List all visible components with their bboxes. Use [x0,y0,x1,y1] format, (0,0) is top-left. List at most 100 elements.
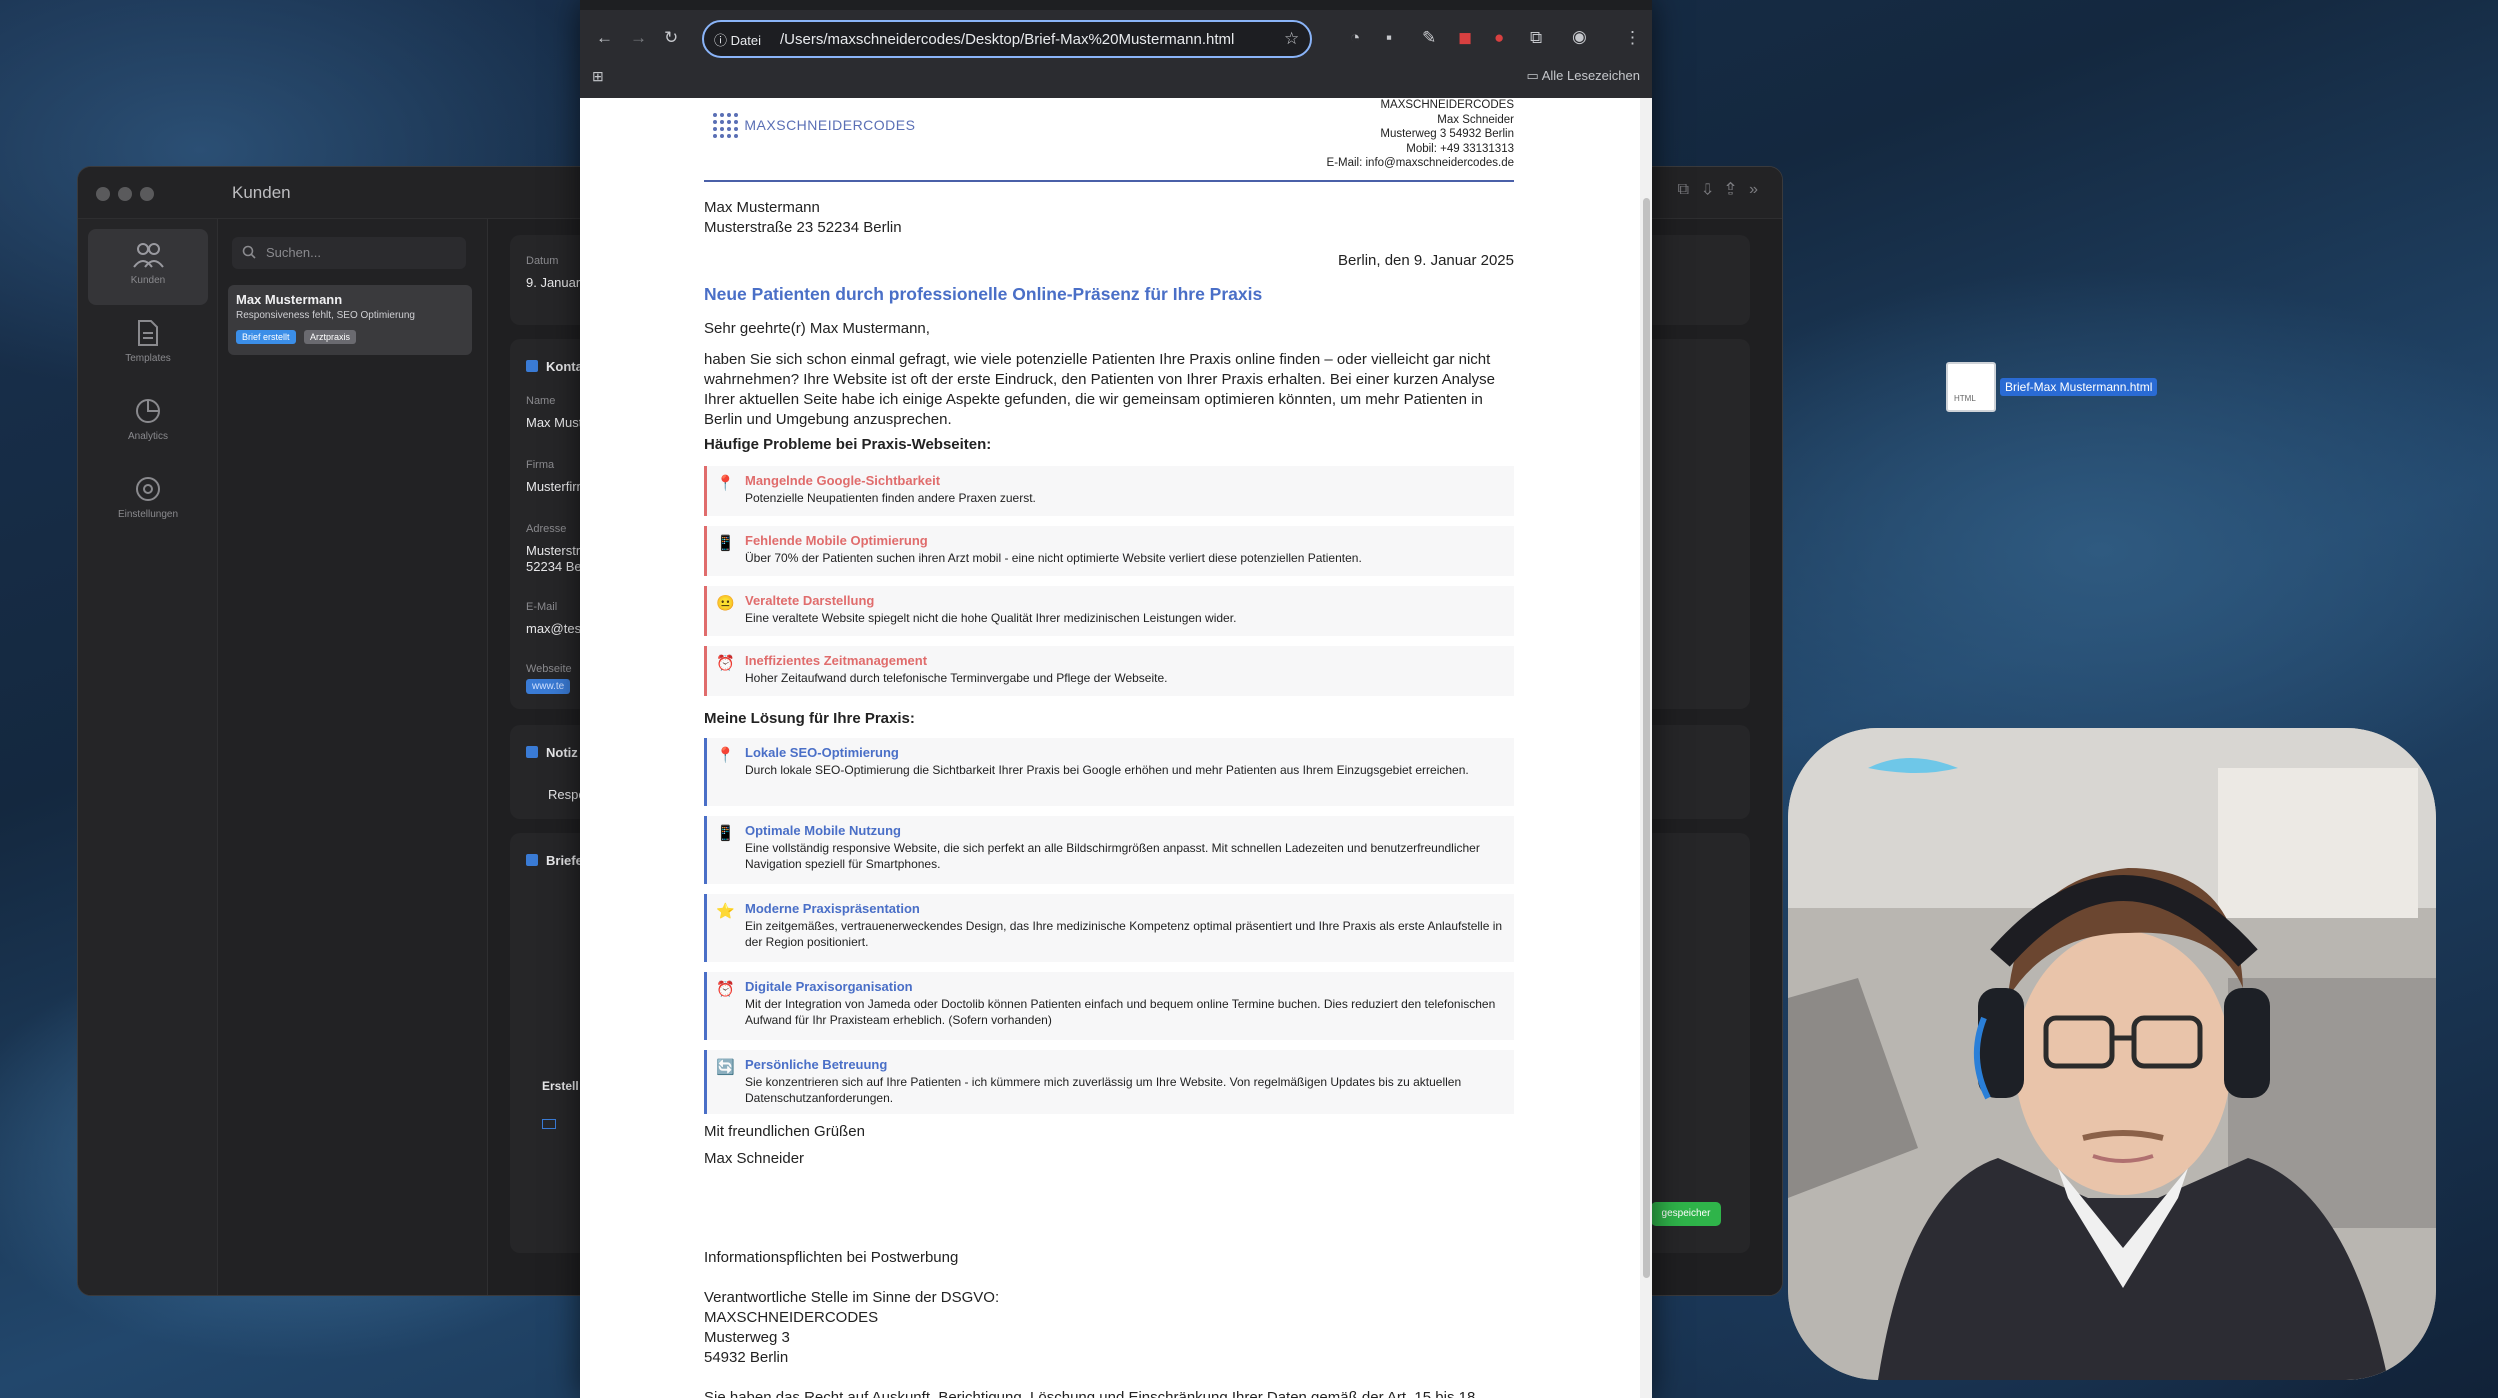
problem-description: Hoher Zeitaufwand durch telefonische Ter… [745,671,1168,685]
erstellt-label: Erstell [542,1079,579,1093]
rail-item-kunden[interactable]: Kunden [88,229,208,305]
letter-date: Berlin, den 9. Januar 2025 [1338,252,1514,269]
all-bookmarks-button[interactable]: ▭ Alle Lesezeichen [1527,68,1640,84]
solution-item: 📱 Optimale Mobile Nutzung Eine vollständig… [704,816,1514,884]
customer-list: Suchen... Max Mustermann Responsiveness … [218,219,488,1295]
problem-description: Potenzielle Neupatienten finden andere P… [745,491,1036,505]
rail-item-templates[interactable]: Templates [88,307,208,383]
browser-window: ← → ↻ ⓘ Datei /Users/maxschneidercodes/D… [580,0,1652,1398]
url-text: /Users/maxschneidercodes/Desktop/Brief-M… [780,31,1235,48]
app-sidebar: Kunden Templates Analytics Einstellungen [78,219,218,1295]
solutions-heading: Meine Lösung für Ihre Praxis: [704,710,915,727]
problem-title: Fehlende Mobile Optimierung [745,533,928,548]
intro-paragraph: haben Sie sich schon einmal gefragt, wie… [704,351,1495,428]
zoom-window-button[interactable] [140,187,154,201]
solution-item: ⭐ Moderne Praxispräsentation Ein zeitgemäß… [704,894,1514,962]
rail-label: Templates [125,353,171,364]
solution-title: Digitale Praxisorganisation [745,979,913,994]
extension-icon-2[interactable]: ◼ [1458,28,1472,48]
forward-icon[interactable]: → [630,28,647,48]
solution-title: Persönliche Betreuung [745,1057,888,1072]
sender-line: Max Schneider [1437,113,1514,126]
solution-description: Durch lokale SEO-Optimierung die Sichtba… [745,763,1469,777]
problem-item: 😐 Veraltete Darstellung Eine veraltete Web… [704,586,1514,636]
firma-value: Musterfirm [526,479,588,494]
browser-toolbar: ← → ↻ ⓘ Datei /Users/maxschneidercodes/D… [580,0,1652,98]
rail-label: Kunden [130,275,166,286]
file-ext: HTML [1954,394,1976,403]
website-value[interactable]: www.te [526,679,571,694]
close-window-button[interactable] [96,187,110,201]
solution-item: ⏰ Digitale Praxisorganisation Mit der Inte… [704,972,1514,1040]
problem-item: 📍 Mangelnde Google-Sichtbarkeit Potenziell… [704,466,1514,516]
bookmark-star-icon[interactable]: ☆ [1284,29,1299,49]
problem-item: ⏰ Ineffizientes Zeitmanagement Hoher Zeita… [704,646,1514,696]
dsgvo-line: MAXSCHNEIDERCODES [704,1309,879,1326]
rail-label: Einstellungen [117,509,179,520]
menu-icon[interactable]: ⋮ [1624,28,1641,48]
history-icon[interactable]: ◔ [1350,28,1360,48]
rights-line: Sie haben das Recht auf Auskunft, Berich… [704,1389,1476,1398]
letter-subject: Neue Patienten durch professionelle Onli… [704,284,1263,304]
closing-greeting: Mit freundlichen Grüßen [704,1123,865,1140]
desktop-file-label[interactable]: Brief-Max Mustermann.html [2000,378,2158,396]
sender-line: Mobil: +49 33131313 [1406,142,1514,155]
reload-icon[interactable]: ↻ [664,28,678,48]
salutation: Sehr geehrte(r) Max Mustermann, [704,320,930,337]
puzzle-icon[interactable]: ⧉ [1530,28,1542,48]
chart-icon [136,399,160,423]
logo-dots-icon [713,113,738,138]
solution-icon: ⭐ [716,903,735,920]
category-badge: Arztpraxis [303,330,356,344]
saved-button[interactable]: gespeicher [1651,1202,1721,1226]
people-icon [133,243,164,268]
app-toolbar-icons[interactable]: ⧉⇩⇪» [1678,181,1772,199]
search-placeholder: Suchen... [266,245,321,260]
problem-title: Mangelnde Google-Sichtbarkeit [745,473,941,488]
solution-title: Optimale Mobile Nutzung [745,823,901,838]
extension-icon-3[interactable]: ● [1494,28,1504,48]
problems-heading: Häufige Probleme bei Praxis-Webseiten: [704,436,992,453]
company-logo: MAXSCHNEIDERCODES [710,110,915,140]
page-scrollbar[interactable] [1640,98,1652,1398]
adresse-value-1: Musterstr [526,543,581,558]
dsgvo-line: 54932 Berlin [704,1349,789,1366]
firma-label: Firma [526,459,555,471]
customer-subtitle: Responsiveness fehlt, SEO Optimierung [236,310,415,321]
sender-line: E-Mail: info@maxschneidercodes.de [1326,157,1514,169]
datum-label: Datum [526,255,559,267]
app-title: Kunden [232,183,291,202]
solution-item: 🔄 Persönliche Betreuung Sie konzentrieren … [704,1050,1514,1114]
minimize-window-button[interactable] [118,187,132,201]
tab-strip [580,0,1652,10]
letter-page: MAXSCHNEIDERCODES MAXSCHNEIDERCODES Max … [580,98,1640,1398]
scrollbar-thumb[interactable] [1643,198,1650,1278]
contact-section-title: Konta [526,359,583,374]
webcam-overlay [1788,728,2436,1380]
customer-card[interactable]: Max Mustermann Responsiveness fehlt, SEO… [228,285,472,355]
sender-address: MAXSCHNEIDERCODES Max Schneider Musterwe… [1327,98,1514,171]
pen-icon[interactable]: ✎ [1422,28,1436,48]
html-file-icon[interactable]: HTML [1946,362,1996,412]
problem-icon: ⏰ [716,655,735,672]
problem-item: 📱 Fehlende Mobile Optimierung Über 70% der… [704,526,1514,576]
address-bar[interactable]: ⓘ Datei /Users/maxschneidercodes/Desktop… [702,20,1312,58]
mail-icon [542,1119,556,1129]
customer-name: Max Mustermann [236,292,343,307]
problem-title: Veraltete Darstellung [745,593,875,608]
search-input[interactable]: Suchen... [232,237,466,269]
rail-item-einstellungen[interactable]: Einstellungen [88,463,208,539]
email-label: E-Mail [526,601,558,613]
profile-avatar[interactable]: ◉ [1572,27,1587,47]
name-label: Name [526,395,556,407]
header-divider [704,180,1514,182]
recipient-address: Max Mustermann Musterstraße 23 52234 Ber… [704,198,902,238]
letters-section-title: Briefe [526,853,583,868]
website-label: Webseite [526,663,572,675]
problem-icon: 📍 [716,475,735,492]
rail-item-analytics[interactable]: Analytics [88,385,208,461]
apps-grid-icon[interactable]: ⊞ [592,68,604,85]
back-icon[interactable]: ← [596,28,613,48]
extension-icon-1[interactable]: ▪ [1386,28,1392,48]
signature: Max Schneider [704,1150,805,1167]
